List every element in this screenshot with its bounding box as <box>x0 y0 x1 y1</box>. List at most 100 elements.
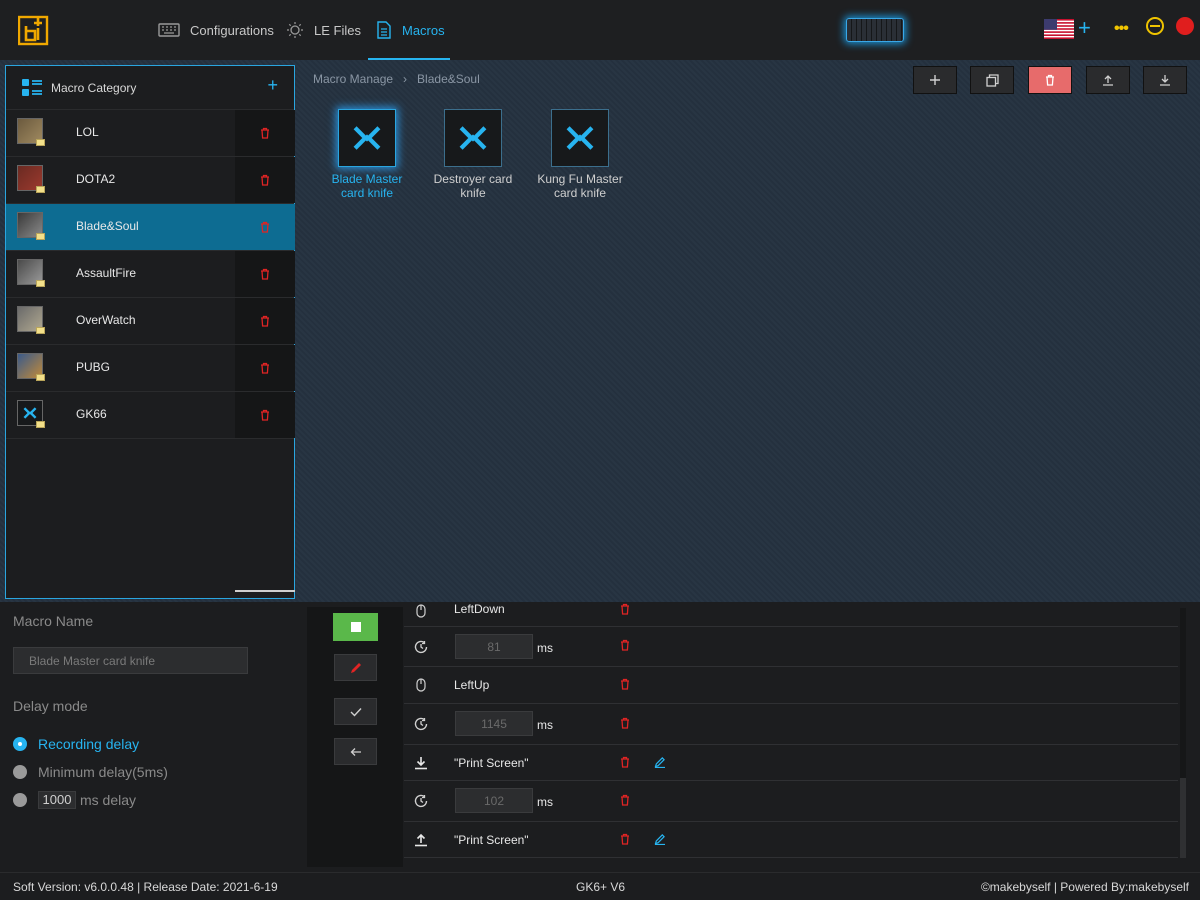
nav-configurations[interactable]: Configurations <box>158 0 274 60</box>
lightbulb-icon <box>287 22 303 38</box>
macro-tile-label: Blade Master card knife <box>331 172 403 200</box>
close-button[interactable] <box>1176 17 1194 35</box>
delete-category-button[interactable] <box>235 251 295 297</box>
folder-badge-icon <box>36 327 45 334</box>
minimize-button[interactable] <box>1146 17 1164 35</box>
nav-le-files[interactable]: LE Files <box>286 0 361 60</box>
macro-step-keydown[interactable]: "Print Screen" <box>404 745 1178 781</box>
radio-dot <box>13 765 27 779</box>
back-button[interactable] <box>334 738 377 765</box>
delete-macro-button[interactable] <box>1028 66 1072 94</box>
us-flag-icon[interactable] <box>1044 19 1074 39</box>
step-delay-input[interactable]: 1145 <box>455 711 533 736</box>
radio-label: ms delay <box>80 792 137 808</box>
export-macro-button[interactable] <box>1086 66 1130 94</box>
add-category-icon[interactable]: + <box>267 75 278 96</box>
macro-step-mouse[interactable]: LeftUp <box>404 667 1178 704</box>
breadcrumb: Macro Manage › Blade&Soul <box>313 72 480 86</box>
category-row-blade-and-soul[interactable]: Blade&Soul <box>6 204 295 251</box>
folder-badge-icon <box>36 421 45 428</box>
radio-recording-delay[interactable]: Recording delay <box>13 736 139 752</box>
delete-category-button[interactable] <box>235 110 295 156</box>
macro-icon <box>459 126 487 150</box>
scrollbar-thumb[interactable] <box>1180 778 1186 858</box>
radio-fixed-delay[interactable]: 1000 ms delay <box>13 791 136 809</box>
delete-step-button[interactable] <box>620 678 630 693</box>
add-macro-button[interactable] <box>913 66 957 94</box>
breadcrumb-current: Blade&Soul <box>417 72 480 86</box>
edit-step-button[interactable] <box>654 833 666 848</box>
document-icon <box>377 21 391 39</box>
category-row-assaultfire[interactable]: AssaultFire <box>6 251 295 298</box>
trash-icon <box>261 174 269 186</box>
macro-name-label: Macro Name <box>13 613 94 629</box>
nav-macros[interactable]: Macros <box>376 0 445 60</box>
delete-category-button[interactable] <box>235 392 295 438</box>
radio-minimum-delay[interactable]: Minimum delay(5ms) <box>13 764 168 780</box>
category-row-pubg[interactable]: PUBG <box>6 345 295 392</box>
step-delay-input[interactable]: 102 <box>455 788 533 813</box>
copy-macro-button[interactable] <box>970 66 1014 94</box>
radio-dot <box>13 793 27 807</box>
step-list-scrollbar[interactable] <box>1180 608 1186 858</box>
trash-icon <box>621 833 629 845</box>
stop-icon <box>350 622 361 632</box>
step-delay-input[interactable]: 81 <box>455 634 533 659</box>
confirm-button[interactable] <box>334 698 377 725</box>
delete-category-button[interactable] <box>235 298 295 344</box>
step-text: LeftUp <box>454 678 490 692</box>
macro-tile-blade-master[interactable] <box>338 109 396 167</box>
clock-icon <box>413 716 429 732</box>
clock-icon <box>413 793 429 809</box>
category-label: LOL <box>76 125 99 139</box>
trash-icon <box>261 362 269 374</box>
delete-step-button[interactable] <box>620 639 630 654</box>
keyboard-device-thumbnail[interactable] <box>846 18 904 42</box>
delete-step-button[interactable] <box>620 794 630 809</box>
step-text: LeftDown <box>454 602 505 616</box>
macro-step-delay[interactable]: 1145 ms <box>404 704 1178 745</box>
mouse-icon <box>413 677 429 693</box>
step-text: "Print Screen" <box>454 833 529 847</box>
sidebar-header: Macro Category + <box>6 66 294 110</box>
step-unit: ms <box>537 641 553 655</box>
delete-category-button[interactable] <box>235 204 295 250</box>
macro-step-keyup[interactable]: "Print Screen" <box>404 822 1178 858</box>
delete-step-button[interactable] <box>620 756 630 771</box>
category-list-icon <box>22 78 42 96</box>
delete-step-button[interactable] <box>620 833 630 848</box>
trash-icon <box>1046 74 1054 86</box>
category-row-dota2[interactable]: DOTA2 <box>6 157 295 204</box>
upload-icon <box>1103 75 1113 86</box>
macro-step-delay[interactable]: 81 ms <box>404 627 1178 667</box>
delete-category-button[interactable] <box>235 157 295 203</box>
category-row-lol[interactable]: LOL <box>6 110 295 157</box>
trash-icon <box>621 756 629 768</box>
fixed-delay-input[interactable]: 1000 <box>38 791 76 809</box>
add-language-icon[interactable]: + <box>1078 14 1091 42</box>
category-row-overwatch[interactable]: OverWatch <box>6 298 295 345</box>
category-row-gk66[interactable]: GK66 <box>6 392 295 439</box>
breadcrumb-root[interactable]: Macro Manage <box>313 72 393 86</box>
device-model: GK6+ V6 <box>576 880 626 894</box>
delete-step-button[interactable] <box>620 717 630 732</box>
macro-tile-kung-fu-master[interactable] <box>551 109 609 167</box>
download-icon <box>1160 75 1170 86</box>
macro-tile-destroyer[interactable] <box>444 109 502 167</box>
macro-step-mouse[interactable]: LeftDown <box>404 602 1178 627</box>
import-macro-button[interactable] <box>1143 66 1187 94</box>
stop-record-button[interactable] <box>333 613 378 641</box>
step-text: "Print Screen" <box>454 756 529 770</box>
delete-category-button[interactable] <box>235 345 295 391</box>
trash-icon <box>621 678 629 690</box>
more-options-icon[interactable]: ••• <box>1114 20 1129 38</box>
edit-step-button[interactable] <box>654 756 666 771</box>
edit-macro-button[interactable] <box>334 654 377 681</box>
step-unit: ms <box>537 718 553 732</box>
macro-step-delay[interactable]: 102 ms <box>404 781 1178 822</box>
sidebar-scrollbar[interactable] <box>235 590 295 592</box>
macro-name-input[interactable] <box>13 647 248 674</box>
folder-badge-icon <box>36 280 45 287</box>
delete-step-button[interactable] <box>620 603 630 618</box>
keyboard-icon <box>158 23 180 37</box>
